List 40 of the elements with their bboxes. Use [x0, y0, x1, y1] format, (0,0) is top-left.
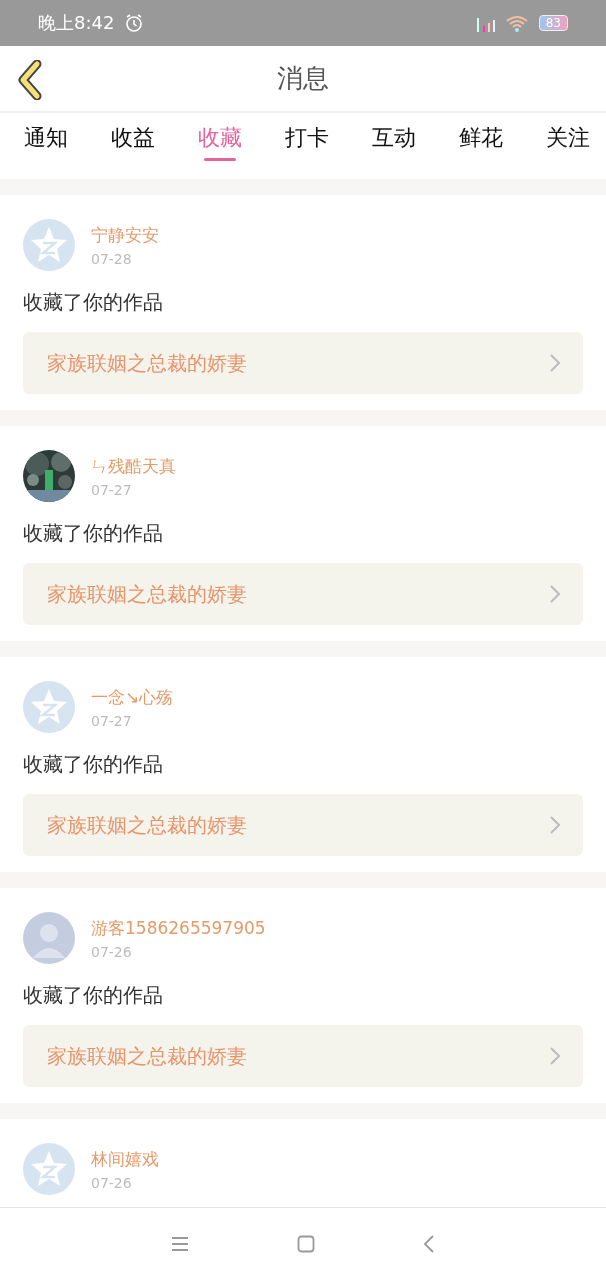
user-name[interactable]: 宁静安安: [91, 223, 159, 247]
user-name[interactable]: ㄣ残酷天真: [91, 454, 176, 478]
status-time: 晚上8:42: [38, 11, 115, 35]
work-link[interactable]: 家族联姻之总裁的娇妻: [23, 563, 583, 625]
avatar-icon: [23, 912, 75, 964]
home-icon[interactable]: [297, 1235, 315, 1253]
work-link[interactable]: 家族联姻之总裁的娇妻: [23, 794, 583, 856]
user-name[interactable]: 游客1586265597905: [91, 916, 266, 940]
work-link[interactable]: 家族联姻之总裁的娇妻: [23, 332, 583, 394]
tab[interactable]: 通知: [18, 113, 74, 165]
avatar-icon: [23, 1143, 75, 1195]
message-text: 收藏了你的作品: [23, 289, 164, 316]
menu-icon[interactable]: [171, 1236, 189, 1252]
message-date: 07-26: [91, 1174, 133, 1191]
chevron-right-icon: [549, 815, 561, 835]
message-text: 收藏了你的作品: [23, 520, 164, 547]
tab[interactable]: 打卡: [279, 113, 335, 165]
tab[interactable]: 关注: [540, 113, 596, 165]
chevron-right-icon: [549, 353, 561, 373]
avatar-icon: [23, 681, 75, 733]
chevron-right-icon: [549, 584, 561, 604]
page-title: 消息: [277, 62, 329, 95]
alarm-icon: [124, 13, 145, 33]
message-text: 收藏了你的作品: [23, 982, 164, 1009]
tab[interactable]: 收益: [105, 113, 161, 165]
user-name[interactable]: 一念↘心殇: [91, 685, 174, 709]
battery-indicator: 83: [538, 15, 568, 31]
tab[interactable]: 收藏: [192, 113, 248, 165]
back-icon[interactable]: [423, 1235, 435, 1253]
tab[interactable]: 互动: [366, 113, 422, 165]
tab[interactable]: 鲜花: [453, 113, 509, 165]
user-name[interactable]: 林间嬉戏: [91, 1147, 159, 1171]
work-link[interactable]: 家族联姻之总裁的娇妻: [23, 1025, 583, 1087]
message-date: 07-27: [91, 481, 133, 498]
avatar-icon: [23, 219, 75, 271]
message-text: 收藏了你的作品: [23, 751, 164, 778]
message-date: 07-26: [91, 943, 133, 960]
chevron-right-icon: [549, 1046, 561, 1066]
message-date: 07-27: [91, 712, 133, 729]
message-date: 07-28: [91, 250, 133, 267]
